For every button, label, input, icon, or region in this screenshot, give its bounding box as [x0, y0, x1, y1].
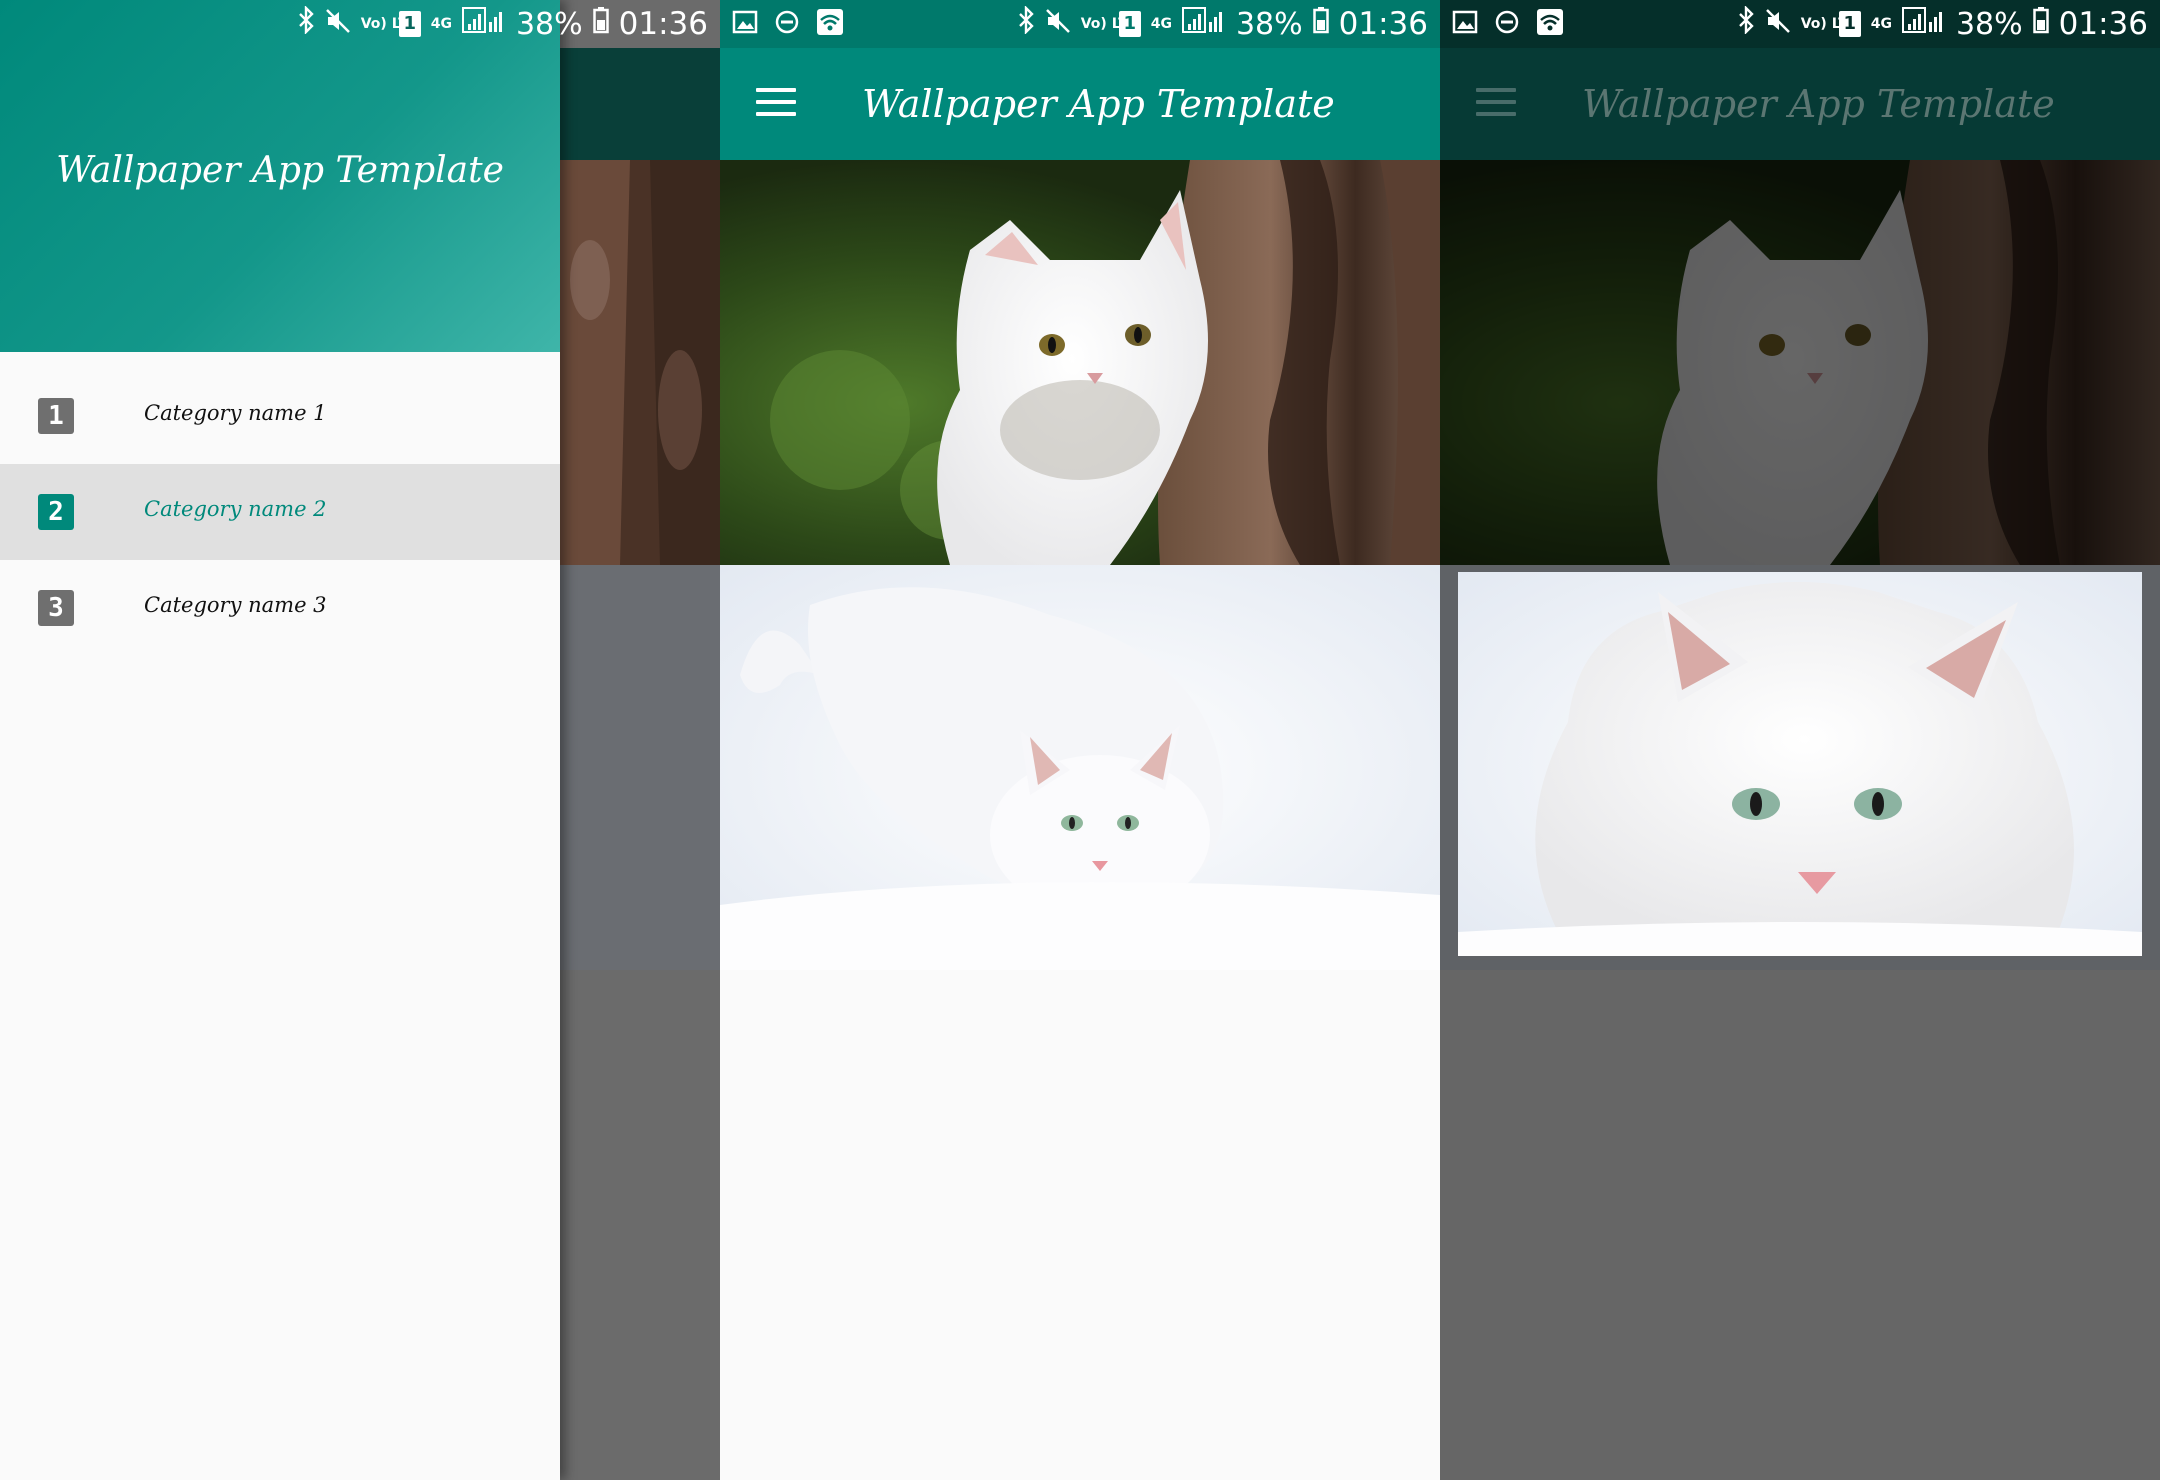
battery-percent: 38%: [515, 6, 583, 42]
drawer-header-title: Wallpaper App Template: [56, 150, 504, 191]
category-number-badge: 2: [38, 494, 74, 530]
mute-icon: [325, 7, 351, 42]
bluetooth-icon: [1737, 5, 1755, 42]
drawer-item-category-2[interactable]: 2 Category name 2: [0, 464, 560, 560]
menu-icon: [1476, 88, 1516, 118]
status-bar: Vo) LTE 1 4G 38% 01:36: [720, 0, 1440, 48]
network-type-label: 4G: [1150, 16, 1172, 32]
network-type-label: 4G: [1870, 16, 1892, 32]
bluetooth-icon: [1017, 5, 1035, 42]
scrim-overlay[interactable]: [560, 0, 720, 1480]
dimmed-wallpaper-thumb: [560, 160, 720, 565]
menu-icon[interactable]: [756, 88, 796, 118]
app-title: Wallpaper App Template: [1582, 82, 2055, 126]
battery-icon: [592, 6, 609, 42]
screen-drawer-open: Wallpaper App Template 1 Category name 1…: [0, 0, 720, 1480]
clock: 01:36: [2058, 6, 2148, 42]
dimmed-wallpaper-cat-tree: [1440, 160, 2160, 565]
battery-icon: [1312, 6, 1329, 42]
mute-icon: [1045, 7, 1071, 42]
mute-icon: [1765, 7, 1791, 42]
drawer-item-label: Category name 3: [144, 593, 327, 617]
sim-icon: 1: [398, 11, 421, 37]
volte-label: Vo) LTE: [1080, 16, 1138, 32]
volte-label: Vo) LTE: [1800, 16, 1858, 32]
wifi-notification-icon: [1536, 8, 1564, 36]
drawer-item-label: Category name 2: [144, 497, 327, 521]
battery-percent: 38%: [1955, 6, 2023, 42]
navigation-drawer: Wallpaper App Template 1 Category name 1…: [0, 0, 560, 1480]
clock: 01:36: [618, 6, 708, 42]
bluetooth-icon: [297, 5, 315, 42]
sim-icon: 1: [1838, 11, 1861, 37]
app-title: Wallpaper App Template: [862, 82, 1335, 126]
dimmed-wallpaper-thumb-2: [560, 565, 720, 970]
status-bar-right: Vo) LTE 1 4G 38% 01:36: [0, 0, 720, 48]
status-bar: Vo) LTE 1 4G 38% 01:36: [1440, 0, 2160, 48]
dimmed-toolbar: Wallpaper App Template: [1440, 48, 2160, 160]
do-not-disturb-icon: [1494, 8, 1522, 36]
screen-wallpaper-preview: Vo) LTE 1 4G 38% 01:36 Wallpaper App Tem…: [1440, 0, 2160, 1480]
drawer-item-category-3[interactable]: 3 Category name 3: [0, 560, 560, 656]
drawer-item-category-1[interactable]: 1 Category name 1: [0, 368, 560, 464]
signal-icon: [1901, 6, 1946, 42]
signal-icon: [1181, 6, 1226, 42]
gallery-notification-icon: [1452, 8, 1480, 36]
screen-wallpaper-list: Vo) LTE 1 4G 38% 01:36 Wallpaper App Tem…: [720, 0, 1440, 1480]
wallpaper-item-cat-snow[interactable]: [720, 565, 1440, 970]
volte-label: Vo) LTE: [360, 16, 418, 32]
toolbar: Wallpaper App Template: [720, 48, 1440, 160]
category-number-badge: 3: [38, 590, 74, 626]
signal-icon: [461, 6, 506, 42]
drawer-item-label: Category name 1: [144, 401, 327, 425]
wallpaper-preview-image[interactable]: [1458, 572, 2142, 956]
network-type-label: 4G: [430, 16, 452, 32]
clock: 01:36: [1338, 6, 1428, 42]
do-not-disturb-icon: [774, 8, 802, 36]
gallery-notification-icon: [732, 8, 760, 36]
dimmed-appbar: [560, 48, 720, 160]
sim-icon: 1: [1118, 11, 1141, 37]
battery-percent: 38%: [1235, 6, 1303, 42]
wifi-notification-icon: [816, 8, 844, 36]
category-number-badge: 1: [38, 398, 74, 434]
drawer-header: Wallpaper App Template: [0, 0, 560, 352]
battery-icon: [2032, 6, 2049, 42]
wallpaper-item-cat-tree[interactable]: [720, 160, 1440, 565]
